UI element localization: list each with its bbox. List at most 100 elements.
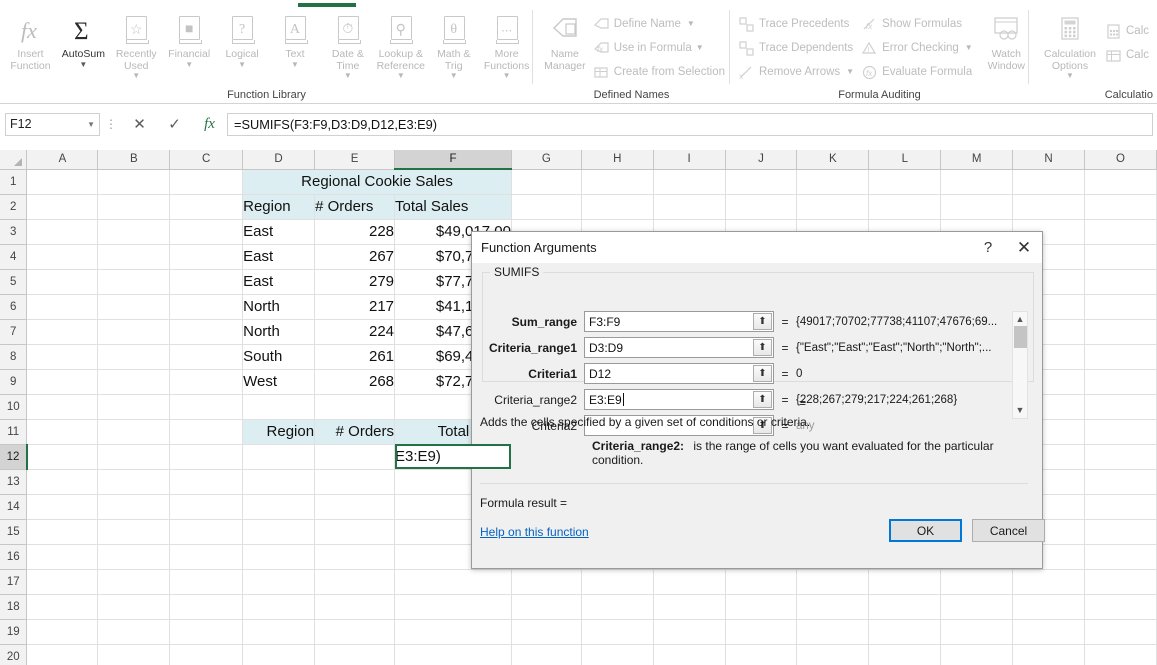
grid-cell-empty[interactable] [1084,619,1157,645]
define-name-button[interactable]: Define Name ▼ [591,12,730,36]
row-header-11[interactable]: 11 [0,419,28,445]
grid-cell-empty[interactable] [314,519,396,545]
scroll-up-chevron-icon[interactable]: ▲ [1016,312,1025,327]
column-header-I[interactable]: I [653,150,726,170]
use-in-formula-button[interactable]: fx Use in Formula ▼ [591,36,730,60]
grid-cell-empty[interactable] [26,594,99,620]
grid-cell-empty[interactable] [26,544,99,570]
grid-cell-empty[interactable] [242,494,316,520]
grid-cell-empty[interactable] [242,644,316,665]
grid-cell-F12[interactable]: E3:E9) [394,444,512,470]
grid-cell-empty[interactable] [796,569,870,595]
argument-input-criteria_range1[interactable]: D3:D9 ⬆ [584,337,774,358]
grid-cell-empty[interactable] [242,444,316,470]
date-time-caret[interactable]: ▼ [344,72,352,80]
grid-cell-empty[interactable] [26,644,99,665]
grid-cell-empty[interactable] [1084,644,1157,665]
grid-cell-empty[interactable] [26,294,99,320]
grid-cell-empty[interactable] [242,569,316,595]
grid-cell-empty[interactable] [511,194,582,220]
grid-cell-empty[interactable] [26,344,99,370]
ok-button[interactable]: OK [889,519,962,542]
grid-cell-empty[interactable] [1084,219,1157,245]
grid-cell-empty[interactable] [653,169,726,195]
column-header-E[interactable]: E [314,150,396,170]
recently-used-button[interactable]: ☆ Recently Used ▼ [110,10,163,80]
logical-button[interactable]: ? Logical ▼ [216,10,269,69]
grid-cell-empty[interactable] [1084,419,1157,445]
grid-cell-D3[interactable]: East [242,219,316,245]
grid-cell-empty[interactable] [97,544,171,570]
argument-input-criteria1[interactable]: D12 ⬆ [584,363,774,384]
row-header-14[interactable]: 14 [0,494,28,520]
grid-cell-empty[interactable] [725,569,798,595]
error-checking-button[interactable]: ! Error Checking ▼ [859,36,978,60]
grid-cell-empty[interactable] [1012,594,1085,620]
grid-cell-empty[interactable] [169,394,244,420]
math-trig-caret[interactable]: ▼ [450,72,458,80]
enter-check-icon[interactable]: ✓ [157,113,192,136]
row-header-20[interactable]: 20 [0,644,28,665]
grid-cell-empty[interactable] [868,169,942,195]
row-header-6[interactable]: 6 [0,294,28,320]
insert-function-fx-icon[interactable]: fx [192,113,227,136]
lookup-reference-button[interactable]: ⚲ Lookup & Reference ▼ [374,10,427,80]
grid-cell-empty[interactable] [169,544,244,570]
grid-cell-empty[interactable] [1012,194,1085,220]
grid-cell-empty[interactable] [394,569,512,595]
autosum-dropdown-caret[interactable]: ▼ [79,60,87,69]
show-formulas-button[interactable]: fx Show Formulas [859,12,978,36]
financial-button[interactable]: ■ Financial ▼ [163,10,216,69]
grid-cell-empty[interactable] [26,169,99,195]
grid-cell-empty[interactable] [314,619,396,645]
range-collapse-icon[interactable]: ⬆ [753,391,772,408]
grid-cell-empty[interactable] [169,469,244,495]
grid-cell-empty[interactable] [169,269,244,295]
row-header-1[interactable]: 1 [0,169,28,195]
column-header-K[interactable]: K [796,150,870,170]
column-header-O[interactable]: O [1084,150,1157,170]
grid-cell-empty[interactable] [796,619,870,645]
evaluate-formula-button[interactable]: fx Evaluate Formula [859,60,978,84]
cancel-button[interactable]: Cancel [972,519,1045,542]
column-header-N[interactable]: N [1012,150,1085,170]
row-header-12[interactable]: 12 [0,444,28,470]
grid-cell-E6[interactable]: 217 [314,294,396,320]
grid-cell-empty[interactable] [1084,544,1157,570]
grid-cell-empty[interactable] [242,619,316,645]
grid-cell-E8[interactable]: 261 [314,344,396,370]
help-question-icon[interactable]: ? [970,233,1006,263]
grid-cell-empty[interactable] [653,619,726,645]
grid-cell-empty[interactable] [1084,294,1157,320]
column-header-F[interactable]: F [394,150,512,170]
grid-cell-empty[interactable] [314,494,396,520]
grid-cell-empty[interactable] [1084,494,1157,520]
grid-cell-empty[interactable] [868,619,942,645]
row-header-10[interactable]: 10 [0,394,28,420]
grid-cell-empty[interactable] [653,569,726,595]
grid-cell-empty[interactable] [581,594,654,620]
grid-cell-empty[interactable] [868,644,942,665]
grid-cell-empty[interactable] [26,319,99,345]
error-checking-caret[interactable]: ▼ [965,44,973,52]
grid-cell-empty[interactable] [1084,369,1157,395]
grid-cell-empty[interactable] [169,644,244,665]
grid-cell-E7[interactable]: 224 [314,319,396,345]
column-header-A[interactable]: A [26,150,99,170]
grid-cell-empty[interactable] [97,319,171,345]
use-in-formula-caret[interactable]: ▼ [696,44,704,52]
grid-cell-empty[interactable] [169,319,244,345]
calculate-sheet-button[interactable]: Calc [1103,43,1154,67]
grid-cell-empty[interactable] [314,469,396,495]
range-collapse-icon[interactable]: ⬆ [753,365,772,382]
lookup-reference-caret[interactable]: ▼ [397,72,405,80]
grid-cell-empty[interactable] [725,594,798,620]
grid-cell-empty[interactable] [940,594,1014,620]
watch-window-button[interactable]: Watch Window [984,10,1029,72]
grid-cell-empty[interactable] [97,244,171,270]
grid-cell-empty[interactable] [26,569,99,595]
help-on-this-function-link[interactable]: Help on this function [480,525,589,539]
grid-cell-empty[interactable] [868,194,942,220]
grid-cell-empty[interactable] [940,569,1014,595]
grid-cell-empty[interactable] [169,419,244,445]
